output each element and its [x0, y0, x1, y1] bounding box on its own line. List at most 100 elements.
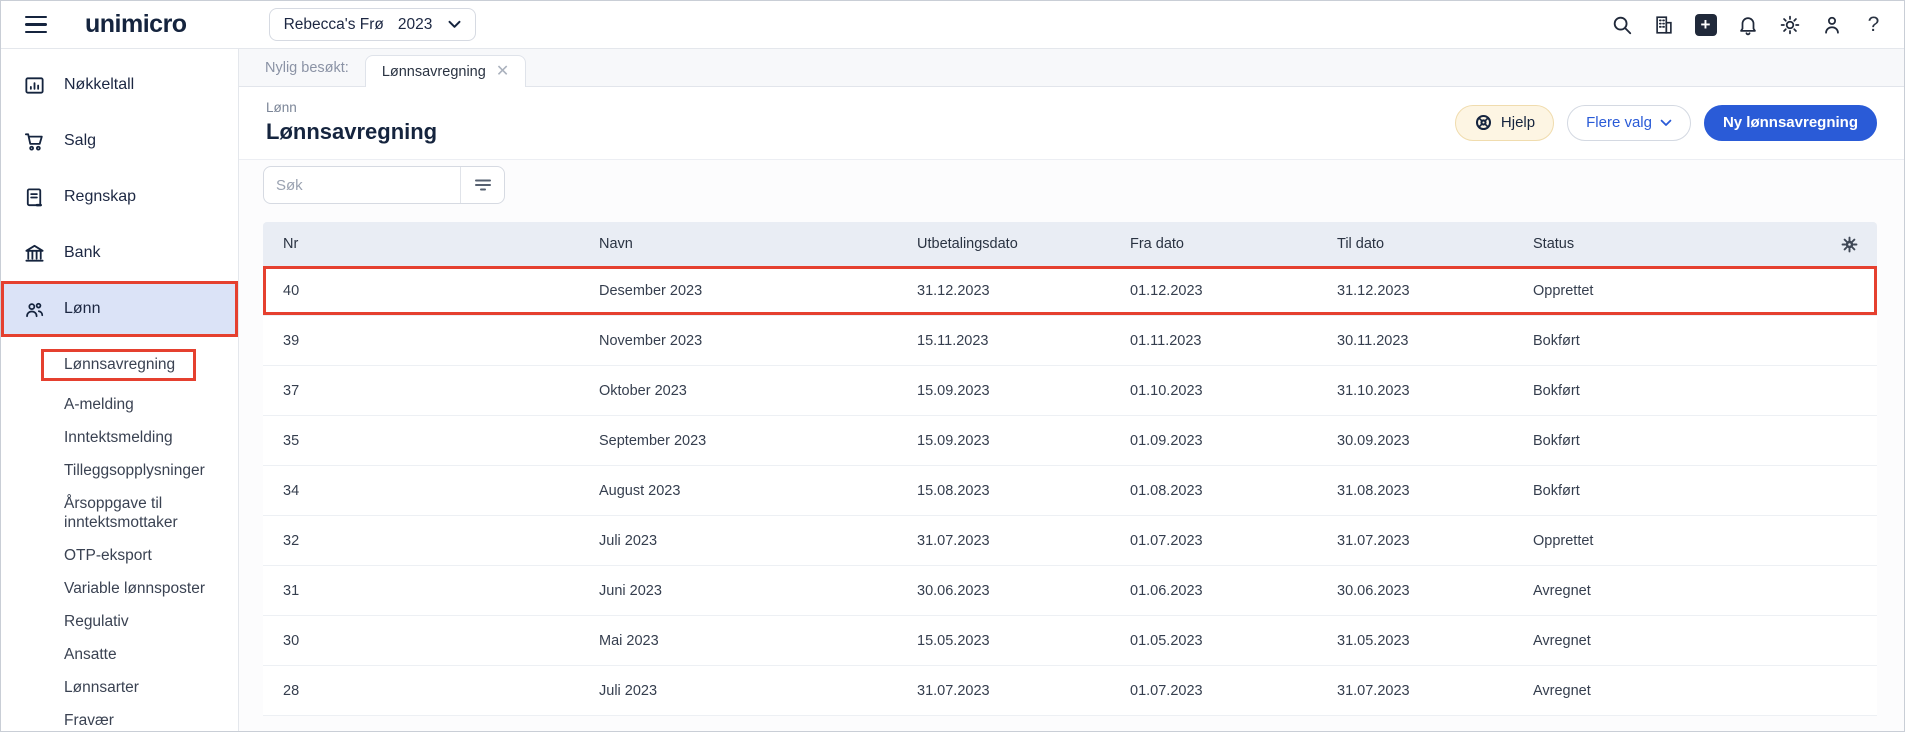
settings-gear-icon[interactable]: [1777, 12, 1802, 37]
tab-label: Lønnsavregning: [382, 64, 486, 80]
cell-nr: 39: [263, 333, 579, 349]
cell-nr: 31: [263, 583, 579, 599]
column-header-fra-dato[interactable]: Fra dato: [1110, 236, 1317, 252]
cell-navn: Juli 2023: [579, 683, 897, 699]
table-row[interactable]: 31 Juni 2023 30.06.2023 01.06.2023 30.06…: [263, 566, 1877, 616]
column-header-nr[interactable]: Nr: [263, 236, 579, 252]
cell-nr: 34: [263, 483, 579, 499]
submenu-item-label: Inntektsmelding: [64, 428, 173, 447]
content: Nr Navn Utbetalingsdato Fra dato Til dat…: [239, 160, 1904, 731]
bank-icon: [22, 241, 46, 265]
sidebar-subitem[interactable]: Fravær: [1, 705, 238, 731]
main-area: Nylig besøkt: Lønnsavregning ✕ Lønn Lønn…: [239, 49, 1904, 731]
close-icon[interactable]: ✕: [496, 64, 509, 80]
submenu-item-label: Årsoppgave til inntektsmottaker: [64, 494, 228, 532]
company-selector[interactable]: Rebecca's Frø 2023: [269, 8, 477, 41]
sidebar-subitem[interactable]: Variable lønnsposter: [1, 573, 238, 604]
sidebar-item-regnskap[interactable]: Regnskap: [1, 169, 238, 225]
payroll-table: Nr Navn Utbetalingsdato Fra dato Til dat…: [263, 222, 1877, 716]
sidebar-subitem[interactable]: Regulativ: [1, 606, 238, 637]
table-body: 40 Desember 2023 31.12.2023 01.12.2023 3…: [263, 266, 1877, 716]
sidebar-subitem[interactable]: Årsoppgave til inntektsmottaker: [1, 488, 238, 538]
sidebar-subitem[interactable]: A-melding: [1, 389, 238, 420]
sidebar-item-salg[interactable]: Salg: [1, 113, 238, 169]
sidebar-item-lonn[interactable]: Lønn: [1, 281, 238, 337]
search-icon[interactable]: [1609, 12, 1634, 37]
table-row[interactable]: 39 November 2023 15.11.2023 01.11.2023 3…: [263, 316, 1877, 366]
cell-til-dato: 31.08.2023: [1317, 483, 1513, 499]
cell-utbetalingsdato: 15.08.2023: [897, 483, 1110, 499]
hamburger-menu-icon[interactable]: [25, 12, 51, 38]
sidebar-subitem[interactable]: Inntektsmelding: [1, 422, 238, 453]
sidebar-item-label: Regnskap: [64, 188, 136, 206]
sidebar-subitem[interactable]: Lønnsavregning: [1, 343, 238, 387]
sidebar-item-bank[interactable]: Bank: [1, 225, 238, 281]
cell-fra-dato: 01.09.2023: [1110, 433, 1317, 449]
column-header-navn[interactable]: Navn: [579, 236, 897, 252]
cell-status: Opprettet: [1513, 283, 1877, 299]
submenu-item-label: Regulativ: [64, 612, 129, 631]
filter-icon[interactable]: [460, 167, 504, 203]
column-header-til-dato[interactable]: Til dato: [1317, 236, 1513, 252]
more-options-label: Flere valg: [1586, 114, 1652, 131]
topbar-icons: + ?: [1609, 12, 1886, 37]
tab-lonnsavregning[interactable]: Lønnsavregning ✕: [365, 55, 526, 87]
company-switcher-icon[interactable]: [1651, 12, 1676, 37]
cell-til-dato: 31.10.2023: [1317, 383, 1513, 399]
submenu-item-label: Lønnsarter: [64, 678, 139, 697]
cell-status: Bokført: [1513, 433, 1877, 449]
submenu-item-label: Ansatte: [64, 645, 117, 664]
sidebar-subitem[interactable]: Ansatte: [1, 639, 238, 670]
sidebar-subitem[interactable]: Tilleggsopplysninger: [1, 455, 238, 486]
cell-nr: 30: [263, 633, 579, 649]
help-icon[interactable]: ?: [1861, 12, 1886, 37]
sidebar-subitem[interactable]: OTP-eksport: [1, 540, 238, 571]
cell-navn: Juli 2023: [579, 533, 897, 549]
cell-fra-dato: 01.08.2023: [1110, 483, 1317, 499]
cart-icon: [22, 129, 46, 153]
sidebar-submenu: Lønnsavregning A-melding Inntektsmelding…: [1, 337, 238, 731]
page-header: Lønn Lønnsavregning Hjelp: [239, 87, 1904, 160]
cell-status: Bokført: [1513, 483, 1877, 499]
table-settings-gear-icon[interactable]: [1840, 235, 1859, 254]
sidebar-subitem[interactable]: Lønnsarter: [1, 672, 238, 703]
cell-status: Opprettet: [1513, 533, 1877, 549]
cell-utbetalingsdato: 31.07.2023: [897, 683, 1110, 699]
cell-utbetalingsdato: 15.11.2023: [897, 333, 1110, 349]
table-row[interactable]: 37 Oktober 2023 15.09.2023 01.10.2023 31…: [263, 366, 1877, 416]
cell-fra-dato: 01.07.2023: [1110, 533, 1317, 549]
user-icon[interactable]: [1819, 12, 1844, 37]
cell-navn: Desember 2023: [579, 283, 897, 299]
cell-utbetalingsdato: 15.05.2023: [897, 633, 1110, 649]
cell-fra-dato: 01.12.2023: [1110, 283, 1317, 299]
table-row[interactable]: 35 September 2023 15.09.2023 01.09.2023 …: [263, 416, 1877, 466]
table-row[interactable]: 40 Desember 2023 31.12.2023 01.12.2023 3…: [263, 266, 1877, 316]
cell-til-dato: 31.07.2023: [1317, 533, 1513, 549]
table-header-row: Nr Navn Utbetalingsdato Fra dato Til dat…: [263, 222, 1877, 266]
cell-navn: September 2023: [579, 433, 897, 449]
more-options-button[interactable]: Flere valg: [1567, 105, 1691, 141]
column-header-utbetalingsdato[interactable]: Utbetalingsdato: [897, 236, 1110, 252]
chevron-down-icon: [1660, 119, 1672, 127]
add-icon[interactable]: +: [1693, 12, 1718, 37]
column-header-status[interactable]: Status: [1533, 236, 1574, 252]
new-payroll-button[interactable]: Ny lønnsavregning: [1704, 105, 1877, 141]
table-row[interactable]: 34 August 2023 15.08.2023 01.08.2023 31.…: [263, 466, 1877, 516]
cell-til-dato: 31.05.2023: [1317, 633, 1513, 649]
cell-nr: 40: [263, 283, 579, 299]
cell-fra-dato: 01.05.2023: [1110, 633, 1317, 649]
cell-til-dato: 30.09.2023: [1317, 433, 1513, 449]
cell-utbetalingsdato: 15.09.2023: [897, 383, 1110, 399]
notifications-bell-icon[interactable]: [1735, 12, 1760, 37]
recently-visited-label: Nylig besøkt:: [265, 60, 349, 86]
cell-til-dato: 31.07.2023: [1317, 683, 1513, 699]
sidebar-item-nokkeltall[interactable]: Nøkkeltall: [1, 57, 238, 113]
search-input[interactable]: [264, 167, 460, 203]
cell-fra-dato: 01.07.2023: [1110, 683, 1317, 699]
cell-utbetalingsdato: 30.06.2023: [897, 583, 1110, 599]
table-row[interactable]: 28 Juli 2023 31.07.2023 01.07.2023 31.07…: [263, 666, 1877, 716]
table-row[interactable]: 32 Juli 2023 31.07.2023 01.07.2023 31.07…: [263, 516, 1877, 566]
help-button[interactable]: Hjelp: [1455, 105, 1554, 141]
breadcrumb: Lønn: [266, 100, 1455, 115]
table-row[interactable]: 30 Mai 2023 15.05.2023 01.05.2023 31.05.…: [263, 616, 1877, 666]
